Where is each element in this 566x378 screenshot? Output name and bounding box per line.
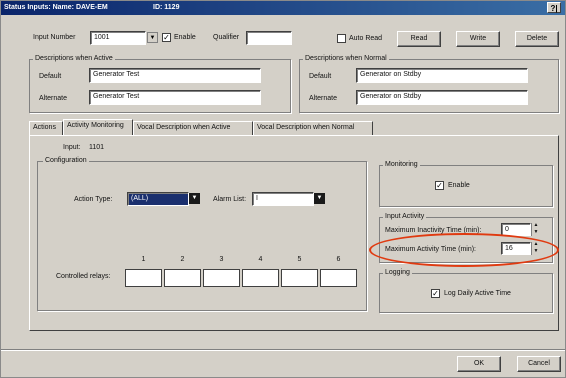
ok-button[interactable]: OK (457, 356, 501, 372)
normal-alternate-field[interactable]: Generator on Stdby (356, 90, 528, 105)
max-inactivity-spinner[interactable]: ▲ ▼ (531, 223, 540, 236)
read-button[interactable]: Read (397, 31, 441, 47)
input-number-field[interactable]: 1001 (90, 31, 146, 45)
alarm-list-select[interactable]: I (252, 192, 314, 206)
logging-title: Logging (383, 269, 412, 276)
relay-number-1: 1 (141, 256, 146, 263)
title-bar: Status Inputs: Name: DAVE-EM ID: 1129 ?| (1, 1, 565, 15)
relay-field-6[interactable] (320, 269, 357, 287)
active-default-field[interactable]: Generator Test (89, 68, 261, 83)
auto-read-checkbox[interactable] (337, 34, 346, 43)
highlight-circle (369, 233, 559, 267)
relay-number-4: 4 (258, 256, 263, 263)
auto-read-label: Auto Read (349, 35, 383, 42)
write-button[interactable]: Write (456, 31, 500, 47)
qualifier-label: Qualifier (213, 34, 240, 41)
cancel-button[interactable]: Cancel (517, 356, 561, 372)
descriptions-normal-title: Descriptions when Normal (303, 55, 389, 62)
window-id: ID: 1129 (153, 4, 180, 11)
action-type-select[interactable]: (ALL) (127, 192, 189, 206)
active-alternate-label: Alternate (39, 95, 68, 102)
alarm-list-dropdown-icon[interactable]: ▼ (314, 193, 325, 204)
tab-actions[interactable]: Actions (29, 121, 63, 135)
alarm-list-label: Alarm List: (213, 196, 247, 203)
action-type-dropdown-icon[interactable]: ▼ (189, 193, 200, 204)
log-daily-checkbox[interactable]: ✓ (431, 289, 440, 298)
controlled-relays-label: Controlled relays: (56, 273, 111, 280)
input-activity-title: Input Activity (383, 213, 427, 220)
footer-divider (1, 349, 565, 351)
active-default-label: Default (39, 73, 62, 80)
qualifier-field[interactable] (246, 31, 292, 45)
relay-field-1[interactable] (125, 269, 162, 287)
monitoring-enable-label: Enable (448, 182, 470, 189)
normal-alternate-label: Alternate (309, 95, 338, 102)
status-inputs-window: Status Inputs: Name: DAVE-EM ID: 1129 ?|… (0, 0, 566, 378)
configuration-title: Configuration (43, 157, 89, 164)
configuration-group (37, 161, 367, 311)
activity-input-label: Input: (63, 144, 81, 151)
tab-activity-monitoring[interactable]: Activity Monitoring (63, 119, 133, 135)
relay-number-3: 3 (219, 256, 224, 263)
relay-field-4[interactable] (242, 269, 279, 287)
window-title: Status Inputs: Name: DAVE-EM (4, 4, 108, 11)
relay-field-5[interactable] (281, 269, 318, 287)
relay-field-3[interactable] (203, 269, 240, 287)
monitoring-title: Monitoring (383, 161, 420, 168)
input-number-dropdown-icon[interactable]: ▼ (147, 32, 158, 43)
tab-vocal-normal[interactable]: Vocal Description when Normal (253, 121, 373, 135)
spin-down-icon[interactable]: ▼ (532, 229, 540, 237)
normal-default-field[interactable]: Generator on Stdby (356, 68, 528, 83)
active-alternate-field[interactable]: Generator Test (89, 90, 261, 105)
log-daily-label: Log Daily Active Time (444, 290, 511, 297)
relay-number-6: 6 (336, 256, 341, 263)
input-number-label: Input Number (33, 34, 76, 41)
relay-number-5: 5 (297, 256, 302, 263)
tab-vocal-active[interactable]: Vocal Description when Active (133, 121, 253, 135)
help-button[interactable]: ?| (547, 2, 561, 13)
monitoring-enable-checkbox[interactable]: ✓ (435, 181, 444, 190)
action-type-label: Action Type: (74, 196, 113, 203)
delete-button[interactable]: Delete (515, 31, 559, 47)
enable-checkbox[interactable]: ✓ (162, 33, 171, 42)
enable-label: Enable (174, 34, 196, 41)
relay-field-2[interactable] (164, 269, 201, 287)
activity-input-value: 1101 (89, 144, 105, 151)
descriptions-active-title: Descriptions when Active (33, 55, 115, 62)
normal-default-label: Default (309, 73, 332, 80)
relay-number-2: 2 (180, 256, 185, 263)
